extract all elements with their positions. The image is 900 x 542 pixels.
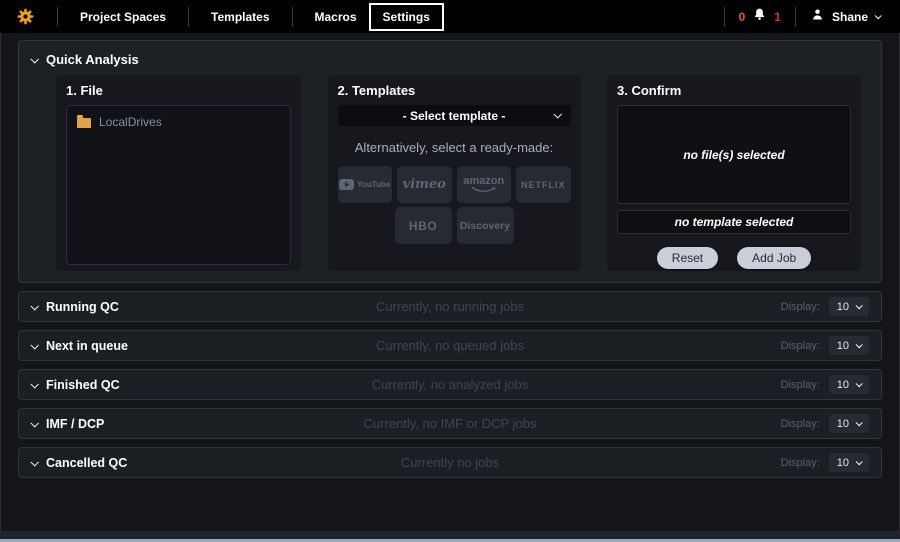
job-section-row[interactable]: Finished QC Currently, no analyzed jobs … [18,369,882,400]
display-count-select[interactable]: 10 [829,336,869,355]
file-panel: 1. File LocalDrives [56,75,301,271]
section-title: Finished QC [46,378,120,392]
tab-project-spaces[interactable]: Project Spaces [68,4,178,30]
file-panel-title: 1. File [66,83,291,98]
user-name: Shane [832,10,868,24]
amazon-smile-icon [470,186,497,193]
section-status-text: Currently, no running jobs [376,299,524,314]
display-count-value: 10 [837,379,849,391]
divider [795,7,796,27]
templates-panel-title: 2. Templates [338,83,571,98]
chevron-down-icon [30,341,38,349]
preset-label: NETFLIX [521,180,566,190]
chevron-down-icon [30,419,38,427]
template-select-value: - Select template - [403,109,506,123]
notifications-area[interactable]: 0 1 [735,7,785,27]
preset-label: HBO [409,219,437,233]
job-section-row[interactable]: Running QC Currently, no running jobs Di… [18,291,882,322]
chevron-down-icon [856,302,863,309]
selected-files-box: no file(s) selected [617,105,851,204]
quick-analysis-title: Quick Analysis [46,52,139,67]
section-title: IMF / DCP [46,417,104,431]
confirm-panel: 3. Confirm no file(s) selected no templa… [607,75,861,271]
app-logo-gear-icon[interactable] [16,7,35,26]
display-count-value: 10 [837,457,849,469]
preset-netflix-button[interactable]: NETFLIX [516,166,571,203]
preset-label: vimeo [403,177,446,192]
folder-icon [77,118,91,128]
reset-button[interactable]: Reset [657,247,718,269]
divider [57,7,58,27]
tab-macros[interactable]: Macros [303,4,369,30]
ready-made-label: Alternatively, select a ready-made: [338,140,571,155]
section-status-text: Currently, no queued jobs [376,338,524,353]
section-status-text: Currently, no IMF or DCP jobs [364,416,537,431]
quick-analysis-panel: Quick Analysis 1. File LocalDrives 2. Te… [18,40,882,283]
user-menu[interactable]: Shane [806,7,890,27]
no-template-text: no template selected [675,215,794,229]
display-label: Display: [781,457,820,469]
job-section-row[interactable]: Cancelled QC Currently no jobs Display: … [18,447,882,478]
user-icon [810,7,825,27]
preset-label: amazon [463,177,504,186]
chevron-down-icon [553,110,561,118]
display-count-select[interactable]: 10 [829,297,869,316]
chevron-down-icon [856,380,863,387]
template-select[interactable]: - Select template - [338,105,571,126]
display-count-select[interactable]: 10 [829,453,869,472]
section-status-text: Currently no jobs [401,455,499,470]
no-files-text: no file(s) selected [683,148,784,162]
preset-youtube-button[interactable]: YouTube [338,166,393,203]
chevron-down-icon [30,380,38,388]
tree-item-label: LocalDrives [99,115,162,129]
top-bar: Project Spaces Templates Macros Settings… [0,0,900,33]
display-count-select[interactable]: 10 [829,414,869,433]
divider [724,7,725,27]
chevron-down-icon [856,458,863,465]
tab-settings[interactable]: Settings [369,3,444,31]
divider [292,7,293,27]
confirm-panel-title: 3. Confirm [617,83,851,98]
job-section-row[interactable]: IMF / DCP Currently, no IMF or DCP jobs … [18,408,882,439]
preset-discovery-button[interactable]: Discovery [457,207,514,244]
preset-amazon-button[interactable]: amazon [457,166,512,203]
section-status-text: Currently, no analyzed jobs [372,377,529,392]
preset-hbo-button[interactable]: HBO [395,207,452,244]
tab-templates[interactable]: Templates [199,4,281,30]
section-title: Running QC [46,300,119,314]
section-title: Cancelled QC [46,456,127,470]
add-job-button[interactable]: Add Job [737,247,811,269]
display-label: Display: [781,340,820,352]
youtube-play-icon [339,179,354,190]
display-label: Display: [781,379,820,391]
section-title: Next in queue [46,339,128,353]
window-bottom-strip [0,531,900,539]
divider [188,7,189,27]
chevron-down-icon [856,419,863,426]
tree-item-localdrives[interactable]: LocalDrives [77,115,280,129]
templates-panel: 2. Templates - Select template - Alterna… [328,75,581,271]
job-section-row[interactable]: Next in queue Currently, no queued jobs … [18,330,882,361]
preset-vimeo-button[interactable]: vimeo [397,166,452,203]
file-tree[interactable]: LocalDrives [66,105,291,265]
notification-count-right: 1 [774,10,781,24]
selected-template-box: no template selected [617,210,851,234]
display-count-select[interactable]: 10 [829,375,869,394]
main-nav: Project Spaces Templates Macros Settings [68,3,444,31]
display-label: Display: [781,301,820,313]
chevron-down-icon [30,302,38,310]
chevron-down-icon [875,12,882,19]
chevron-down-icon [30,458,38,466]
bell-icon[interactable] [752,7,767,27]
preset-label: YouTube [357,180,390,189]
display-count-value: 10 [837,340,849,352]
preset-label: Discovery [460,220,510,232]
chevron-down-icon [856,341,863,348]
chevron-down-icon [30,55,38,63]
display-label: Display: [781,418,820,430]
display-count-value: 10 [837,301,849,313]
quick-analysis-header[interactable]: Quick Analysis [19,47,881,75]
display-count-value: 10 [837,418,849,430]
notification-count-left: 0 [739,10,746,24]
